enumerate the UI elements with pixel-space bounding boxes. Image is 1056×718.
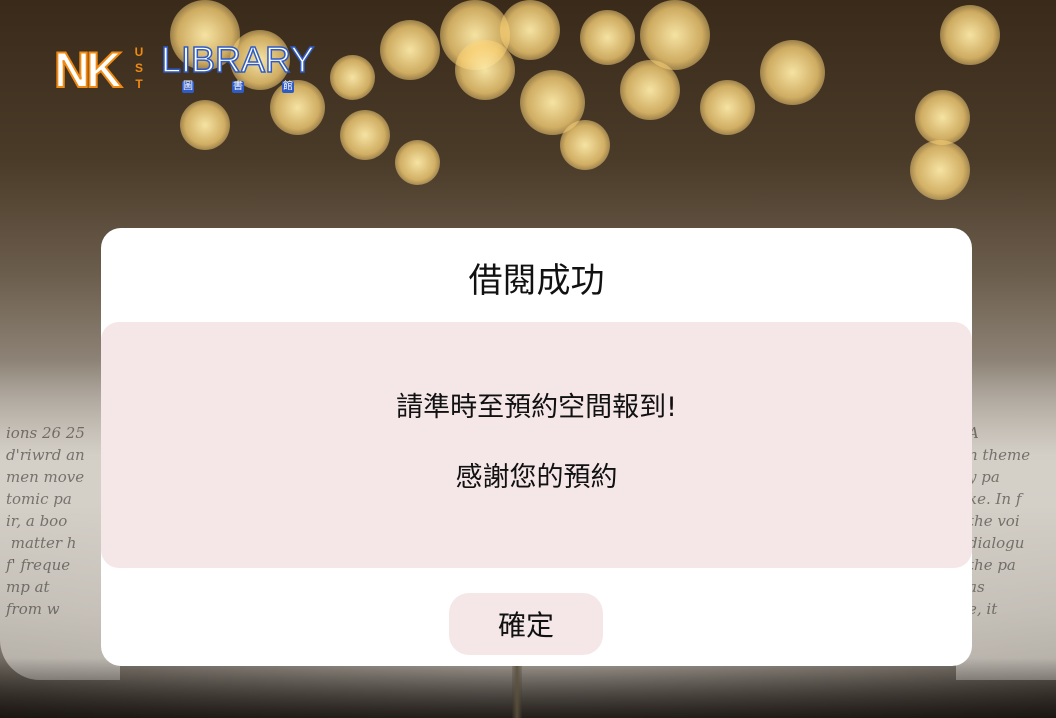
dialog-title: 借閱成功 [468,261,605,301]
borrow-success-dialog: 借閱成功 請準時至預約空間報到! 感謝您的預約 確定 [101,228,972,666]
confirm-button[interactable]: 確定 [449,593,603,655]
logo-library-text: LIBRARY [160,39,315,81]
book-spine [512,660,522,718]
dialog-message-panel: 請準時至預約空間報到! 感謝您的預約 [101,322,972,568]
logo-nk-text: NK [53,41,123,99]
book-text-left: ions 26 25 d'riwrd an men move tomic pa … [6,424,85,618]
book-text-right: A n theme y pa ke. In f the voi dialogu … [968,424,1031,618]
app-screen: ions 26 25 d'riwrd an men move tomic pa … [0,0,1056,718]
book-shadow [0,658,1056,718]
dialog-message-line-2: 感謝您的預約 [455,462,618,493]
dialog-message-line-1: 請準時至預約空間報到! [396,392,677,423]
logo-subtitle: 圖 書 館 [182,81,294,93]
logo-ust-text: U S T [134,45,144,91]
